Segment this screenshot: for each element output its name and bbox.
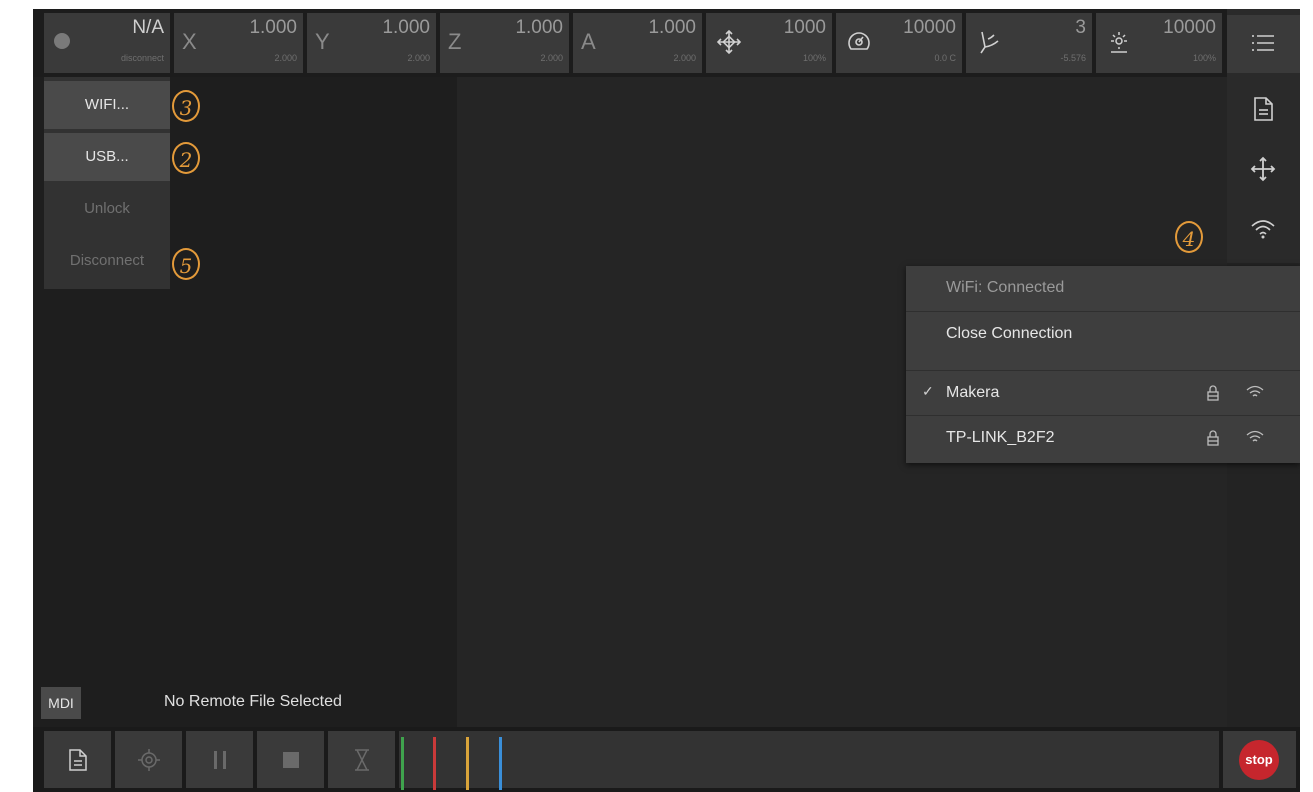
pause-button[interactable] (186, 731, 253, 788)
bottom-toolbar: stop (33, 727, 1300, 792)
annotation-marker-4: 4 (1175, 221, 1203, 253)
axis-label: Z (448, 29, 462, 54)
connection-indicator-icon (54, 33, 70, 49)
axis-x-tile[interactable]: X 1.000 2.000 (174, 13, 303, 73)
emergency-stop-button[interactable]: stop (1223, 731, 1296, 788)
axis-y-tile[interactable]: Y 1.000 2.000 (307, 13, 436, 73)
axis-label: A (581, 29, 596, 54)
network-name: Makera (946, 384, 1000, 401)
timer-button[interactable] (328, 731, 395, 788)
lock-icon (1207, 385, 1219, 401)
network-name: TP-LINK_B2F2 (946, 429, 1055, 446)
axis-sub-value: 2.000 (274, 53, 297, 63)
lock-icon (1207, 430, 1219, 446)
spindle-gauge-icon (848, 32, 870, 50)
file-icon (68, 748, 87, 771)
close-connection-label: Close Connection (946, 325, 1073, 342)
axis-value: 1.000 (382, 17, 430, 38)
move-icon (1250, 156, 1276, 182)
file-open-button[interactable] (44, 731, 111, 788)
annotation-marker-2: 2 (172, 142, 200, 174)
axis-label: Y (315, 29, 330, 54)
file-button[interactable] (1227, 81, 1300, 139)
annotation-marker-3: 3 (172, 90, 200, 122)
gear-play-icon (137, 748, 160, 771)
stop-label: stop (1239, 740, 1279, 780)
wifi-signal-icon (1246, 430, 1264, 442)
stop-job-button[interactable] (257, 731, 324, 788)
feed-override: 100% (802, 53, 826, 63)
feed-value: 1000 (783, 17, 826, 38)
axis-a-tile[interactable]: A 1.000 2.000 (573, 13, 702, 73)
square-stop-icon (282, 751, 299, 768)
wifi-button[interactable] (1227, 201, 1300, 259)
check-icon: ✓ (922, 383, 934, 399)
spindle-tile[interactable]: 10000 0.0 C (836, 13, 962, 73)
close-connection-item[interactable]: Close Connection (906, 311, 1300, 357)
axis-sub-value: 2.000 (673, 53, 696, 63)
wifi-signal-icon (1246, 385, 1264, 397)
progress-track (399, 731, 1219, 790)
status-bar: N/A disconnect X 1.000 2.000 Y 1.000 2.0… (33, 9, 1300, 77)
annotation-marker-5: 5 (172, 248, 200, 280)
feed-rate-tile[interactable]: 1000 100% (706, 13, 832, 73)
axis-value: 1.000 (249, 17, 297, 38)
list-menu-icon (1252, 35, 1274, 51)
color-marker-line (499, 737, 502, 790)
laser-value: 10000 (1163, 17, 1216, 38)
axis-label: X (182, 29, 197, 54)
file-status-text: No Remote File Selected (164, 693, 342, 710)
color-marker-line (401, 737, 404, 790)
wifi-network-item[interactable]: ✓ Makera (906, 370, 1300, 416)
connection-status-tile[interactable]: N/A disconnect (44, 13, 170, 73)
wifi-network-item[interactable]: TP-LINK_B2F2 (906, 415, 1300, 461)
hourglass-icon (354, 748, 369, 771)
axis-value: 1.000 (515, 17, 563, 38)
tool-offset: -5.576 (1060, 53, 1086, 63)
connection-menu: WIFI... USB... Unlock Disconnect (44, 77, 170, 289)
tool-number: 3 (1075, 17, 1086, 38)
axis-z-tile[interactable]: Z 1.000 2.000 (440, 13, 569, 73)
axis-sub-value: 2.000 (407, 53, 430, 63)
usb-connect-button[interactable]: USB... (44, 133, 170, 181)
spindle-temp: 0.0 C (934, 53, 956, 63)
app-window: N/A disconnect X 1.000 2.000 Y 1.000 2.0… (33, 9, 1300, 792)
connection-value: N/A (132, 17, 164, 38)
color-marker-line (466, 737, 469, 790)
wifi-icon (1251, 220, 1275, 239)
mdi-button[interactable]: MDI (41, 687, 81, 719)
disconnect-button[interactable]: Disconnect (44, 237, 170, 285)
wifi-status-text: WiFi: Connected (946, 279, 1065, 296)
move-arrows-icon (716, 29, 742, 55)
wifi-menu: WiFi: Connected Close Connection ✓ Maker… (906, 266, 1300, 463)
spindle-value: 10000 (903, 17, 956, 38)
axis-value: 1.000 (648, 17, 696, 38)
axis-sub-value: 2.000 (540, 53, 563, 63)
unlock-button[interactable]: Unlock (44, 185, 170, 233)
right-toolbar (1227, 9, 1300, 263)
tool-icon (980, 31, 999, 54)
run-button[interactable] (115, 731, 182, 788)
connection-state: disconnect (120, 53, 164, 63)
laser-icon (1111, 32, 1127, 53)
menu-button[interactable] (1227, 15, 1300, 73)
wifi-connect-button[interactable]: WIFI... (44, 81, 170, 129)
pause-icon (213, 750, 226, 769)
color-marker-line (433, 737, 436, 790)
laser-override: 100% (1192, 53, 1216, 63)
tool-tile[interactable]: 3 -5.576 (966, 13, 1092, 73)
file-icon (1254, 97, 1273, 121)
wifi-status-item: WiFi: Connected (906, 266, 1300, 311)
jog-button[interactable] (1227, 141, 1300, 199)
laser-tile[interactable]: 10000 100% (1096, 13, 1222, 73)
